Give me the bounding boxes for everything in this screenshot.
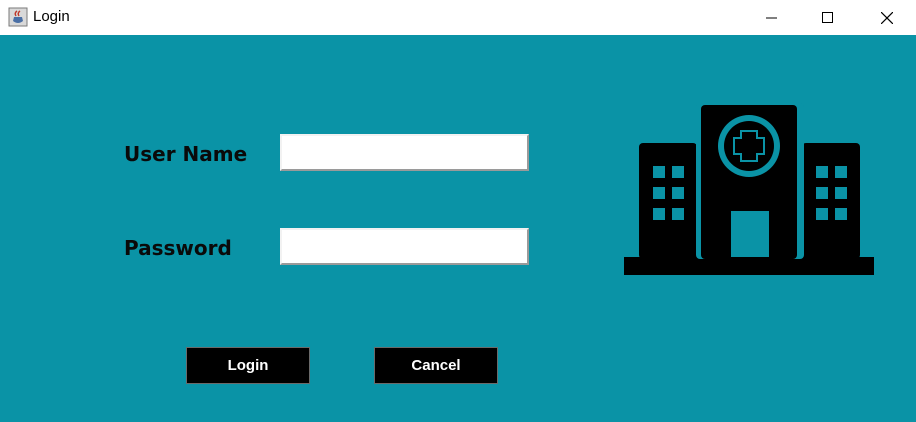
title-bar: Login (0, 0, 916, 35)
password-field[interactable] (280, 228, 529, 265)
close-icon (881, 11, 893, 24)
maximize-icon (822, 11, 833, 23)
window-title: Login (33, 8, 70, 25)
username-label: User Name (124, 142, 248, 166)
cancel-button[interactable]: Cancel (374, 347, 498, 384)
minimize-icon (766, 17, 777, 18)
hospital-building-icon (624, 103, 874, 275)
maximize-button[interactable] (805, 0, 851, 35)
java-coffee-icon (8, 7, 28, 27)
login-panel: User Name Password Login Cancel (0, 35, 916, 422)
username-field[interactable] (280, 134, 529, 171)
minimize-button[interactable] (749, 0, 795, 35)
close-button[interactable] (864, 0, 910, 35)
password-label: Password (124, 236, 232, 260)
login-button[interactable]: Login (186, 347, 310, 384)
